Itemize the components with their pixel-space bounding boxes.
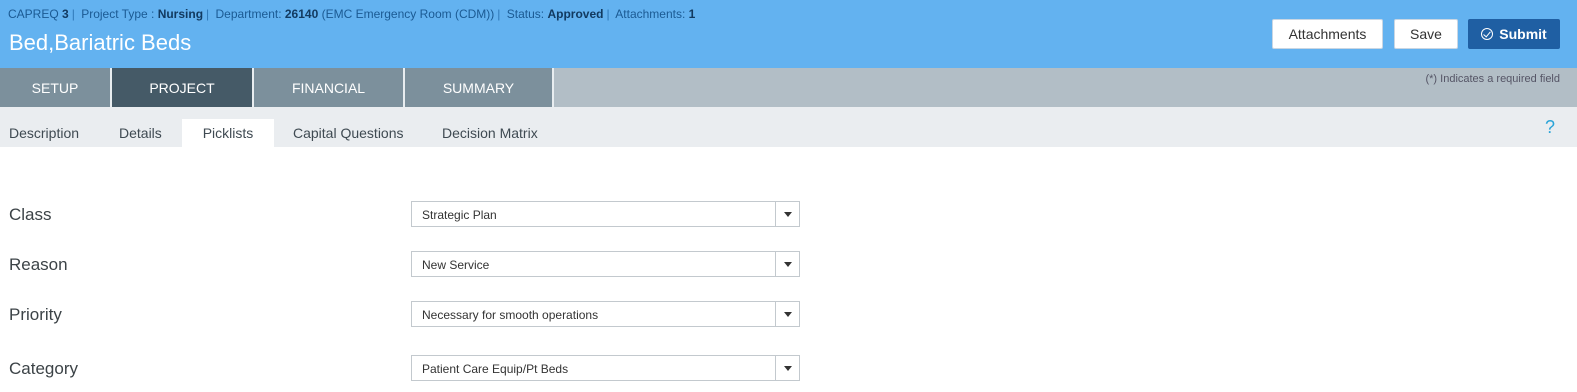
priority-label: Priority [9,305,62,324]
subtab-picklists[interactable]: Picklists [182,119,274,147]
tab-financial[interactable]: FINANCIAL [254,68,405,107]
reason-select-value: New Service [422,258,490,272]
subtab-description[interactable]: Description [9,119,79,147]
request-meta: CAPREQ 3 | Project Type : Nursing | Depart… [8,7,696,21]
class-select-value: Strategic Plan [422,208,497,222]
page-header: CAPREQ 3 | Project Type : Nursing | Depart… [0,0,1577,68]
class-select[interactable]: Strategic Plan [411,201,800,227]
subtab-capital-questions[interactable]: Capital Questions [293,119,404,147]
chevron-down-icon[interactable] [775,356,799,380]
category-label: Category [9,359,78,378]
submit-label: Submit [1499,26,1547,42]
reason-label: Reason [9,255,68,274]
check-circle-icon [1481,28,1494,40]
attachments-button[interactable]: Attachments [1272,19,1383,49]
page-title: Bed,Bariatric Beds [9,30,192,55]
department-value: 26140 [284,7,319,21]
attachments-count: 1 [688,7,696,21]
chevron-down-icon[interactable] [775,202,799,226]
subtab-details[interactable]: Details [119,119,162,147]
chevron-down-icon[interactable] [775,302,799,326]
submit-button[interactable]: Submit [1468,19,1560,49]
class-label: Class [9,205,52,224]
save-button[interactable]: Save [1394,19,1458,49]
subtab-decision-matrix[interactable]: Decision Matrix [442,119,538,147]
tab-setup[interactable]: SETUP [0,68,112,107]
status-value: Approved [547,7,604,21]
tab-project[interactable]: PROJECT [112,68,254,107]
chevron-down-icon[interactable] [775,252,799,276]
required-field-note: (*) Indicates a required field [1425,73,1560,85]
attachments-label: Attachments: [615,7,686,21]
project-type-value: Nursing [157,7,204,21]
priority-select-value: Necessary for smooth operations [422,308,599,322]
department-label: Department: [215,7,282,21]
department-name: (EMC Emergency Room (CDM)) [321,7,495,21]
capreq-value: 3 [62,7,69,21]
main-tab-bar: SETUP PROJECT FINANCIAL SUMMARY (*) Indi… [0,68,1577,107]
status-label: Status: [506,7,545,21]
sub-tab-bar: Description Details Picklists Capital Qu… [0,107,1577,147]
tab-summary[interactable]: SUMMARY [405,68,554,107]
capreq-label: CAPREQ [8,7,59,21]
priority-select[interactable]: Necessary for smooth operations [411,301,800,327]
reason-select[interactable]: New Service [411,251,800,277]
category-select[interactable]: Patient Care Equip/Pt Beds [411,355,800,381]
category-select-value: Patient Care Equip/Pt Beds [422,362,569,376]
project-type-label: Project Type : [81,7,155,21]
help-icon[interactable]: ? [1545,117,1555,138]
